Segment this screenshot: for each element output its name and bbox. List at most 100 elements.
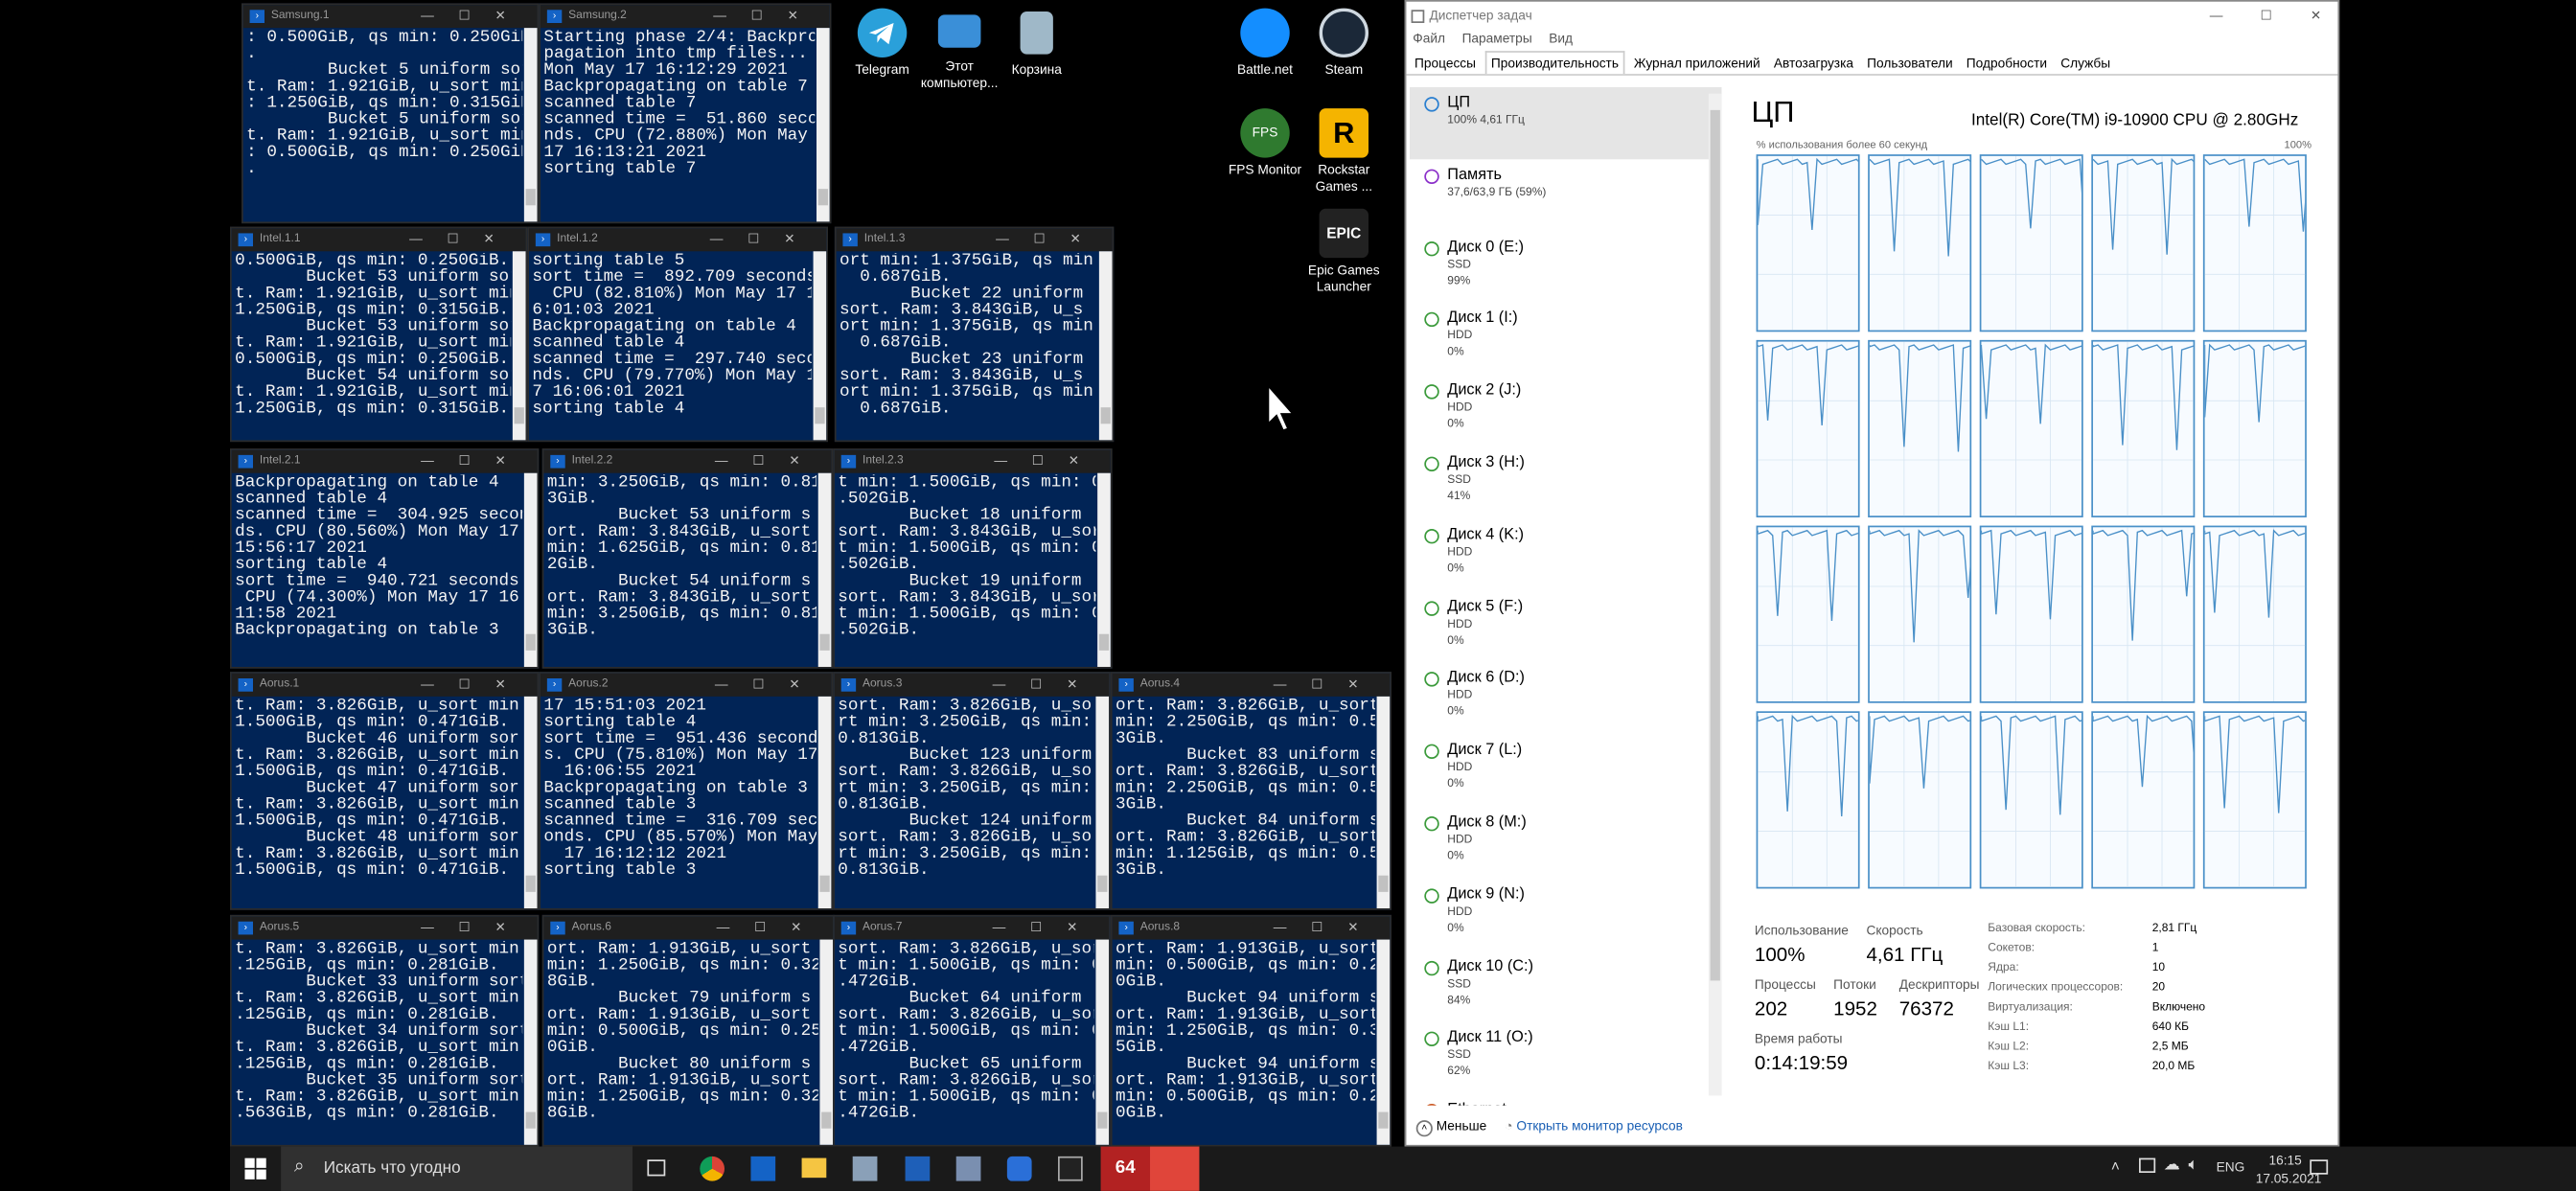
console-scrollbar[interactable] bbox=[816, 28, 830, 222]
window-controls[interactable]: —☐✕ bbox=[710, 228, 820, 251]
tab-details[interactable]: Подробности bbox=[1962, 53, 2053, 74]
resource-item[interactable]: Диск 11 (O:) SSD 62% bbox=[1410, 1022, 1722, 1094]
app-badge-64[interactable]: 64 bbox=[1100, 1146, 1151, 1191]
tab-users[interactable]: Пользователи bbox=[1862, 53, 1958, 74]
console-window[interactable]: › Aorus.6 —☐✕ ort. Ram: 1.913GiB, u_sort min… bbox=[541, 914, 835, 1147]
console-titlebar[interactable]: › Intel.2.2 —☐✕ bbox=[543, 449, 832, 473]
console-titlebar[interactable]: › Aorus.2 —☐✕ bbox=[540, 673, 832, 697]
console-titlebar[interactable]: › Intel.2.3 —☐✕ bbox=[834, 449, 1111, 473]
console-scrollbar[interactable] bbox=[523, 696, 538, 909]
maximize-button[interactable]: ☐ bbox=[2261, 2, 2272, 32]
resource-item[interactable]: Диск 6 (D:) HDD 0% bbox=[1410, 663, 1722, 735]
window-controls[interactable]: —☐✕ bbox=[1274, 674, 1384, 697]
menu-file[interactable]: Файл bbox=[1413, 32, 1445, 46]
console-titlebar[interactable]: › Aorus.6 —☐✕ bbox=[543, 916, 834, 940]
console-window[interactable]: › Aorus.5 —☐✕ t. Ram: 3.826GiB, u_sort min:… bbox=[230, 914, 540, 1147]
tab-startup[interactable]: Автозагрузка bbox=[1769, 53, 1858, 74]
app-icon[interactable] bbox=[1006, 1156, 1032, 1181]
start-button[interactable] bbox=[237, 1157, 276, 1182]
console-scrollbar[interactable] bbox=[1098, 251, 1113, 441]
console-titlebar[interactable]: › Intel.1.1 —☐✕ bbox=[231, 228, 526, 252]
console-window[interactable]: › Samsung.2 —☐✕ Starting phase 2/4: Backpro… bbox=[539, 3, 832, 224]
window-controls[interactable]: —☐✕ bbox=[713, 5, 823, 28]
window-controls[interactable]: —☐✕ bbox=[715, 450, 825, 473]
window-controls[interactable]: —☐✕ bbox=[993, 674, 1103, 697]
resource-item[interactable]: Диск 3 (H:) SSD 41% bbox=[1410, 447, 1722, 518]
window-controls[interactable]: —☐✕ bbox=[994, 450, 1104, 473]
window-controls[interactable]: —☐✕ bbox=[421, 5, 531, 28]
terminal-icon[interactable] bbox=[1058, 1156, 1083, 1181]
open-resource-monitor-link[interactable]: ◔ Открыть монитор ресурсов bbox=[1505, 1118, 1683, 1133]
console-window[interactable]: › Aorus.4 —☐✕ ort. Ram: 3.826GiB, u_sort min… bbox=[1110, 672, 1392, 910]
console-window[interactable]: › Aorus.1 —☐✕ t. Ram: 3.826GiB, u_sort min:… bbox=[230, 672, 540, 910]
window-controls[interactable]: —☐✕ bbox=[717, 917, 827, 940]
console-window[interactable]: › Intel.2.1 —☐✕ Backpropagating on table 4s… bbox=[230, 448, 540, 669]
app-icon[interactable] bbox=[750, 1156, 776, 1181]
resource-list-scrollbar[interactable] bbox=[1708, 93, 1722, 1096]
console-window[interactable]: › Aorus.7 —☐✕ sort. Ram: 3.826GiB, u_sor t m… bbox=[833, 914, 1111, 1147]
console-window[interactable]: › Aorus.2 —☐✕ 17 15:51:03 2021 sorting table… bbox=[539, 672, 834, 910]
resource-item[interactable]: Диск 9 (N:) HDD 0% bbox=[1410, 879, 1722, 951]
window-controls[interactable]: —☐✕ bbox=[421, 674, 531, 697]
window-controls[interactable]: —☐✕ bbox=[993, 917, 1103, 940]
resource-item[interactable]: Диск 4 (K:) HDD 0% bbox=[1410, 518, 1722, 590]
task-view-icon[interactable] bbox=[647, 1159, 666, 1177]
console-scrollbar[interactable] bbox=[523, 939, 538, 1145]
console-titlebar[interactable]: › Intel.1.3 —☐✕ bbox=[836, 228, 1113, 252]
console-titlebar[interactable]: › Aorus.1 —☐✕ bbox=[231, 673, 538, 697]
console-window[interactable]: › Intel.2.2 —☐✕ min: 3.250GiB, qs min: 0.81… bbox=[541, 448, 834, 669]
console-scrollbar[interactable] bbox=[1095, 696, 1110, 909]
close-button[interactable]: ✕ bbox=[2311, 2, 2321, 32]
onedrive-icon[interactable]: ☁ bbox=[2164, 1157, 2180, 1175]
clock-time[interactable]: 16:15 bbox=[2268, 1153, 2301, 1167]
console-scrollbar[interactable] bbox=[1095, 939, 1110, 1145]
volume-icon[interactable]: 🔈︎ bbox=[2188, 1157, 2197, 1175]
fewer-details-button[interactable]: ˄ Меньше bbox=[1415, 1118, 1486, 1137]
window-controls[interactable]: —☐✕ bbox=[421, 450, 531, 473]
resource-item[interactable]: Память 37,6/63,9 ГБ (59%) bbox=[1410, 159, 1722, 231]
console-titlebar[interactable]: › Aorus.7 —☐✕ bbox=[834, 916, 1110, 940]
console-scrollbar[interactable] bbox=[1376, 696, 1391, 909]
resource-item[interactable]: Диск 8 (M:) HDD 0% bbox=[1410, 807, 1722, 879]
console-window[interactable]: › Aorus.8 —☐✕ ort. Ram: 1.913GiB, u_sort min… bbox=[1110, 914, 1392, 1147]
window-controls[interactable]: —☐✕ bbox=[715, 674, 825, 697]
resource-item[interactable]: Диск 5 (F:) HDD 0% bbox=[1410, 590, 1722, 662]
window-controls[interactable]: —☐✕ bbox=[409, 228, 519, 251]
console-scrollbar[interactable] bbox=[523, 28, 538, 222]
console-titlebar[interactable]: › Aorus.8 —☐✕ bbox=[1112, 916, 1391, 940]
console-scrollbar[interactable] bbox=[819, 939, 834, 1145]
file-explorer-icon[interactable] bbox=[801, 1157, 827, 1179]
console-window[interactable]: › Intel.2.3 —☐✕ t min: 1.500GiB, qs min: 0.… bbox=[833, 448, 1113, 669]
resource-item[interactable]: Диск 2 (J:) HDD 0% bbox=[1410, 375, 1722, 447]
app-icon[interactable] bbox=[955, 1156, 981, 1181]
app-icon-active[interactable] bbox=[1150, 1146, 1200, 1191]
tray-chevron-icon[interactable]: ˄ bbox=[2111, 1158, 2120, 1175]
menu-view[interactable]: Вид bbox=[1549, 32, 1573, 46]
console-scrollbar[interactable] bbox=[817, 696, 832, 909]
app-icon[interactable] bbox=[852, 1156, 878, 1181]
console-scrollbar[interactable] bbox=[523, 472, 538, 668]
resource-item[interactable]: Диск 1 (I:) HDD 0% bbox=[1410, 303, 1722, 375]
console-titlebar[interactable]: › Samsung.1 —☐✕ bbox=[242, 5, 538, 29]
window-controls[interactable]: —☐✕ bbox=[996, 228, 1106, 251]
desktop-icon-epic-games[interactable]: EPIC Epic Games Launcher bbox=[1298, 208, 1390, 294]
desktop-icon-steam[interactable]: Steam bbox=[1298, 8, 1390, 79]
console-scrollbar[interactable] bbox=[817, 472, 832, 668]
resource-item[interactable]: Ethernet bbox=[1410, 1094, 1722, 1106]
tab-performance[interactable]: Производительность bbox=[1484, 51, 1625, 75]
search-box[interactable]: ⌕ Искать что угодно bbox=[281, 1146, 633, 1191]
notifications-icon[interactable] bbox=[2310, 1159, 2329, 1175]
tab-app-history[interactable]: Журнал приложений bbox=[1629, 53, 1765, 74]
tab-services[interactable]: Службы bbox=[2056, 53, 2115, 74]
menu-options[interactable]: Параметры bbox=[1462, 32, 1532, 46]
resource-item[interactable]: Диск 10 (C:) SSD 84% bbox=[1410, 951, 1722, 1022]
console-window[interactable]: › Aorus.3 —☐✕ sort. Ram: 3.826GiB, u_so rt m… bbox=[833, 672, 1111, 910]
resource-item[interactable]: ЦП 100% 4,61 ГГц bbox=[1409, 86, 1722, 159]
language-indicator[interactable]: ENG bbox=[2217, 1159, 2245, 1174]
console-scrollbar[interactable] bbox=[1376, 939, 1391, 1145]
window-controls[interactable]: —☐✕ bbox=[421, 917, 531, 940]
console-scrollbar[interactable] bbox=[1097, 472, 1111, 668]
desktop-icon-rockstar[interactable]: R Rockstar Games ... bbox=[1298, 108, 1390, 194]
window-controls[interactable]: —☐✕ bbox=[1274, 917, 1384, 940]
desktop-icon-recycle-bin[interactable]: Корзина bbox=[991, 9, 1083, 79]
